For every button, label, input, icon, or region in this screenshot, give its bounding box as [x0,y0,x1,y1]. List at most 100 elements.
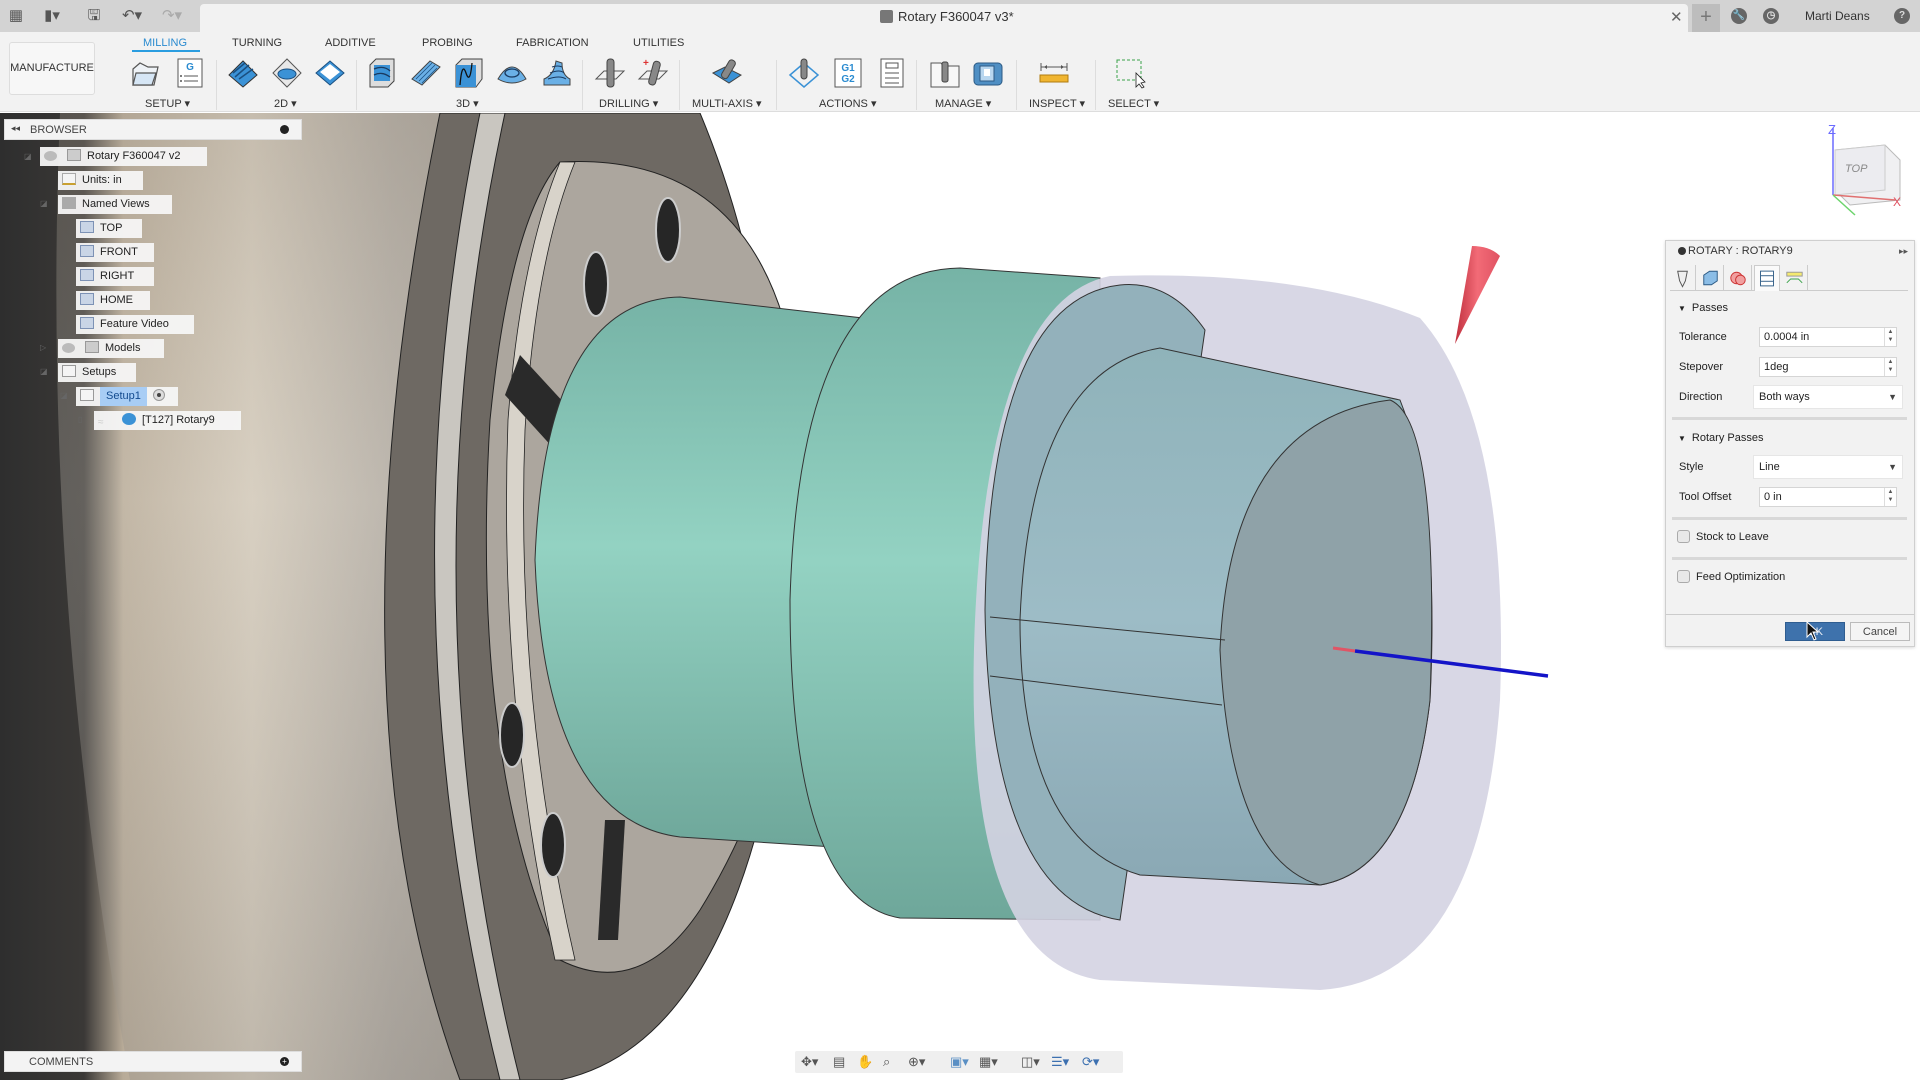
tool-tab[interactable] [1670,265,1696,291]
3d-adaptive-icon[interactable] [366,57,398,89]
tool-offset-spinner[interactable]: ▲ ▼ [1884,488,1896,506]
stock-to-leave-label[interactable]: Stock to Leave [1696,531,1769,543]
tree-item-models[interactable]: Models [58,339,164,358]
2d-pocket-icon[interactable] [271,57,303,89]
tab-milling[interactable]: MILLING [143,37,187,49]
expand-toggle[interactable]: ▷ [40,344,48,352]
tree-item-named-views[interactable]: Named Views [58,195,172,214]
tolerance-spinner[interactable]: ▲ ▼ [1884,328,1896,346]
close-tab-icon[interactable]: ✕ [1670,8,1683,26]
measure-icon[interactable] [1038,57,1070,89]
heights-tab[interactable] [1726,265,1752,291]
extensions-wrench-icon[interactable]: 🔧 [1731,8,1747,24]
passes-tab[interactable] [1754,265,1780,291]
expand-toggle[interactable]: ◪ [24,153,32,161]
save-icon[interactable]: 🖫 [84,6,104,26]
tree-item-view-top[interactable]: TOP [76,219,142,238]
window-select-icon[interactable] [1114,57,1146,89]
fit-zoom-icon[interactable]: ⊕▾ [908,1054,925,1070]
tree-item-root[interactable]: Rotary F360047 v2 [40,147,207,166]
app-grid-icon[interactable]: ▦ [6,6,26,26]
rotary-passes-section-header[interactable]: ▼ Rotary Passes [1678,432,1763,444]
group-actions[interactable]: ACTIONS ▾ [819,97,876,110]
tree-item-setup1[interactable]: Setup1 [76,387,178,406]
style-select[interactable]: Line ▼ [1753,455,1903,479]
group-setup[interactable]: SETUP ▾ [145,97,190,110]
group-multi-axis[interactable]: MULTI-AXIS ▾ [692,97,762,110]
setup-icon[interactable] [130,57,162,89]
cancel-button[interactable]: Cancel [1850,622,1910,641]
direction-select[interactable]: Both ways ▼ [1753,385,1903,409]
grid-settings-icon[interactable]: ▦▾ [979,1054,998,1070]
2d-adaptive-icon[interactable] [227,57,259,89]
tab-additive[interactable]: ADDITIVE [325,37,376,49]
machine-library-icon[interactable] [972,57,1004,89]
group-select[interactable]: SELECT ▾ [1108,97,1159,110]
add-comment-icon[interactable]: + [280,1057,289,1066]
collapse-browser-icon[interactable]: ◂◂ [11,123,20,134]
zoom-icon[interactable]: ⌕ [883,1054,890,1070]
file-menu-icon[interactable]: ▮▾ [38,6,66,26]
refresh-icon[interactable]: ⟳▾ [1082,1054,1099,1070]
contour-icon[interactable] [452,57,484,89]
feed-optimization-checkbox[interactable] [1677,570,1690,583]
drill-icon[interactable] [594,57,626,89]
tree-item-units[interactable]: Units: in [58,171,143,190]
wcs-origin-icon[interactable] [152,389,165,401]
passes-section-header[interactable]: ▼ Passes [1678,302,1728,314]
dialog-header[interactable]: ROTARY : ROTARY9 ▸▸ [1666,241,1914,261]
pan-hand-icon[interactable]: ✋ [857,1054,873,1070]
expand-toggle[interactable]: ▯ [78,416,86,424]
undo-icon[interactable]: ↶▾ [118,6,146,26]
stepover-spinner[interactable]: ▲ ▼ [1884,358,1896,376]
tolerance-input[interactable]: 0.0004 in ▲ ▼ [1759,327,1897,347]
feed-optimization-label[interactable]: Feed Optimization [1696,571,1785,583]
setup-sheet-icon[interactable] [876,57,908,89]
viewcube[interactable]: Z TOP X [1815,120,1915,220]
tree-item-view-home[interactable]: HOME [76,291,150,310]
group-drilling[interactable]: DRILLING ▾ [599,97,658,110]
display-settings-icon[interactable]: ▣▾ [950,1054,969,1070]
3d-viewport[interactable] [0,113,1920,1080]
viewports-icon[interactable]: ◫▾ [1021,1054,1040,1070]
stock-to-leave-checkbox[interactable] [1677,530,1690,543]
stepover-input[interactable]: 1deg ▲ ▼ [1759,357,1897,377]
nc-program-icon[interactable]: G [174,57,206,89]
multi-axis-icon[interactable] [711,57,743,89]
new-tab-button[interactable]: + [1692,4,1720,32]
group-3d[interactable]: 3D ▾ [456,97,479,110]
layers-icon[interactable]: ☰▾ [1051,1054,1069,1070]
hole-recognition-icon[interactable]: + [637,57,669,89]
geometry-tab[interactable] [1698,265,1724,291]
linking-tab[interactable] [1782,265,1808,291]
tab-turning[interactable]: TURNING [232,37,282,49]
expand-toggle[interactable]: ◪ [60,392,68,400]
tree-item-view-right[interactable]: RIGHT [76,267,154,286]
user-account[interactable]: Marti Deans [1805,9,1870,23]
browser-options-icon[interactable] [280,125,289,134]
visibility-eye-icon[interactable] [44,151,57,161]
tool-offset-input[interactable]: 0 in ▲ ▼ [1759,487,1897,507]
browser-panel-header[interactable]: ◂◂ BROWSER [4,119,302,140]
scallop-icon[interactable] [496,57,528,89]
job-status-clock-icon[interactable]: ◷ [1763,8,1779,24]
spiral-icon[interactable] [540,57,572,89]
comments-panel-header[interactable]: COMMENTS + [4,1051,302,1072]
workspace-switcher[interactable]: MANUFACTURE ▾ [9,42,95,125]
expand-toggle[interactable]: ◪ [40,200,48,208]
parallel-icon[interactable] [410,57,442,89]
3d-model-scene[interactable] [0,113,1920,1080]
group-inspect[interactable]: INSPECT ▾ [1029,97,1085,110]
viewcube-face-top[interactable]: TOP [1845,163,1868,175]
orbit-icon[interactable]: ✥▾ [801,1054,818,1070]
group-manage[interactable]: MANAGE ▾ [935,97,991,110]
simulate-icon[interactable] [788,57,820,89]
tab-probing[interactable]: PROBING [422,37,473,49]
tree-item-view-front[interactable]: FRONT [76,243,154,262]
tab-fabrication[interactable]: FABRICATION [516,37,589,49]
redo-icon[interactable]: ↷▾ [158,6,186,26]
tree-item-view-feature-video[interactable]: Feature Video [76,315,194,334]
post-process-icon[interactable]: G1G2 [832,57,864,89]
tree-item-setups[interactable]: Setups [58,363,136,382]
tab-utilities[interactable]: UTILITIES [633,37,684,49]
